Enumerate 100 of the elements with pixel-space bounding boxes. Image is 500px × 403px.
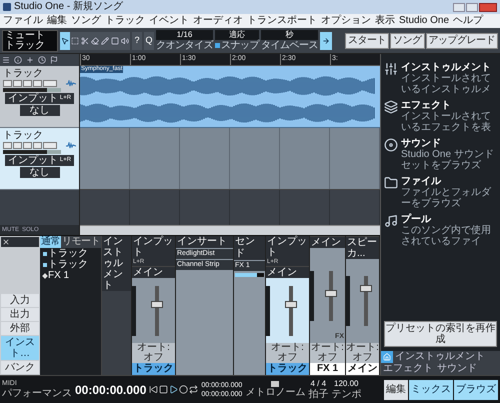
rewind-icon[interactable] <box>149 385 158 394</box>
quantize-button[interactable]: Q <box>144 32 154 50</box>
range-tool[interactable] <box>70 32 80 50</box>
help-button[interactable]: ? <box>132 32 142 50</box>
menu-item[interactable]: オプション <box>321 15 371 27</box>
output-selector[interactable]: なし <box>20 105 60 116</box>
quantize-value[interactable]: 1/16 <box>156 30 213 40</box>
solo-toggle[interactable] <box>13 142 22 149</box>
browser-item-title[interactable]: エフェクト <box>401 100 497 111</box>
mixer-nav-button[interactable]: インスト… <box>1 336 39 360</box>
loop-icon[interactable] <box>189 385 198 394</box>
lock-toggle[interactable] <box>43 80 57 87</box>
disc-icon[interactable] <box>384 138 398 152</box>
mixer-nav-button[interactable]: 外部 <box>1 322 39 335</box>
nav-button[interactable]: ソング <box>390 32 424 48</box>
nav-button[interactable]: スタート <box>345 32 389 48</box>
view-button[interactable]: ミックス <box>409 380 453 400</box>
monitor-toggle[interactable] <box>33 80 42 87</box>
maximize-button[interactable] <box>466 2 478 12</box>
menu-icon[interactable] <box>2 56 10 64</box>
performance-label: パフォーマンス <box>2 388 72 399</box>
automation-label[interactable]: オート: オフ <box>132 343 175 363</box>
mixer-nav-button[interactable]: 出力 <box>1 308 39 321</box>
snap-value[interactable]: 適応 <box>215 30 259 40</box>
automation-label[interactable]: オート: オフ <box>266 343 309 363</box>
menu-item[interactable]: トラック <box>105 15 145 27</box>
fader-thumb[interactable] <box>151 300 163 308</box>
speaker-tool[interactable] <box>120 32 130 50</box>
folder-icon[interactable] <box>384 176 398 190</box>
menu-item[interactable]: Studio One <box>399 15 450 27</box>
arrow-tool[interactable] <box>60 32 70 50</box>
snap-checkbox[interactable] <box>215 43 220 48</box>
output-label[interactable]: メイン <box>132 266 175 278</box>
menu-item[interactable]: ヘルプ <box>453 15 484 27</box>
tempo-value: 120.00 <box>334 379 358 389</box>
fader-thumb[interactable] <box>325 290 337 297</box>
browser-item-title[interactable]: プール <box>401 214 497 225</box>
flag-icon[interactable] <box>50 56 58 64</box>
menu-item[interactable]: オーディオ <box>193 15 243 27</box>
output-label[interactable]: メイン <box>310 236 345 248</box>
stop-icon[interactable] <box>159 385 168 394</box>
mixer-nav-button[interactable]: バンク <box>1 361 39 374</box>
lock-toggle[interactable] <box>43 142 57 149</box>
mute-toggle[interactable] <box>3 80 12 87</box>
music-icon[interactable] <box>384 214 398 228</box>
output-label[interactable]: スピーカ... <box>346 236 379 259</box>
channel-list-item[interactable]: トラック <box>48 259 88 270</box>
mixer-channel[interactable]: スピーカ... オート: オフ メイン <box>346 236 380 375</box>
fader-thumb[interactable] <box>285 300 297 308</box>
close-icon[interactable] <box>2 238 10 246</box>
solo-toggle[interactable] <box>13 80 22 87</box>
menu-item[interactable]: 編集 <box>47 15 67 27</box>
fader-thumb[interactable] <box>360 284 372 292</box>
menu-item[interactable]: イベント <box>149 15 189 27</box>
automation-label[interactable]: オート: オフ <box>310 343 345 363</box>
mixer-nav-button[interactable]: 入力 <box>1 294 39 307</box>
output-selector[interactable]: なし <box>20 167 60 178</box>
record-toggle[interactable] <box>23 142 32 149</box>
plus-icon[interactable] <box>26 56 34 64</box>
view-button[interactable]: 編集 <box>384 380 408 400</box>
volume-bar[interactable] <box>3 150 61 154</box>
browser-tab[interactable]: インストゥルメント <box>393 351 487 363</box>
menu-item[interactable]: ファイル <box>3 15 43 27</box>
record-toggle[interactable] <box>23 80 32 87</box>
menu-item[interactable]: 表示 <box>375 15 395 27</box>
clock-icon[interactable] <box>38 56 46 64</box>
layers-icon[interactable] <box>384 100 398 114</box>
rebuild-index-button[interactable]: プリセットの索引を再作成 <box>384 321 497 347</box>
follow-button[interactable] <box>320 32 332 50</box>
track-label: トラック <box>5 40 46 50</box>
play-icon[interactable] <box>169 385 178 394</box>
channel-list-item[interactable]: トラック <box>48 248 88 259</box>
mixer-tab[interactable]: 通常 <box>40 236 61 248</box>
horizontal-scrollbar[interactable] <box>80 225 380 235</box>
browser-tab[interactable]: サウンド <box>435 363 479 375</box>
volume-bar[interactable] <box>3 88 61 92</box>
browser-item-title[interactable]: インストゥルメント <box>401 62 497 73</box>
automation-label[interactable]: オート: オフ <box>346 343 379 363</box>
monitor-toggle[interactable] <box>33 142 42 149</box>
send-level-bar[interactable] <box>235 273 264 277</box>
browser-item-title[interactable]: サウンド <box>401 138 497 149</box>
view-button[interactable]: ブラウズ <box>454 380 498 400</box>
metronome-label: メトロノーム <box>245 387 306 398</box>
close-button[interactable] <box>479 2 497 12</box>
info-icon[interactable] <box>14 56 22 64</box>
minimize-button[interactable] <box>453 2 465 12</box>
fx-channel-icon <box>42 272 48 278</box>
mute-toggle[interactable] <box>3 142 12 149</box>
nav-button[interactable]: アップグレード <box>426 32 498 48</box>
mixer-tab[interactable]: リモート <box>61 236 101 248</box>
mute-label: ミュート <box>5 30 46 40</box>
menu-item[interactable]: ソング <box>71 15 101 27</box>
channel-list-item[interactable]: FX 1 <box>48 270 70 281</box>
browser-item-title[interactable]: ファイル <box>401 176 497 187</box>
speaker-tool-icon <box>121 36 129 44</box>
menu-item[interactable]: トランスポート <box>247 15 317 27</box>
record-icon[interactable] <box>179 385 188 394</box>
timebase-value[interactable]: 秒 <box>261 30 318 40</box>
output-label[interactable]: メイン <box>266 266 309 278</box>
browser-tab[interactable]: エフェクト <box>381 363 435 375</box>
